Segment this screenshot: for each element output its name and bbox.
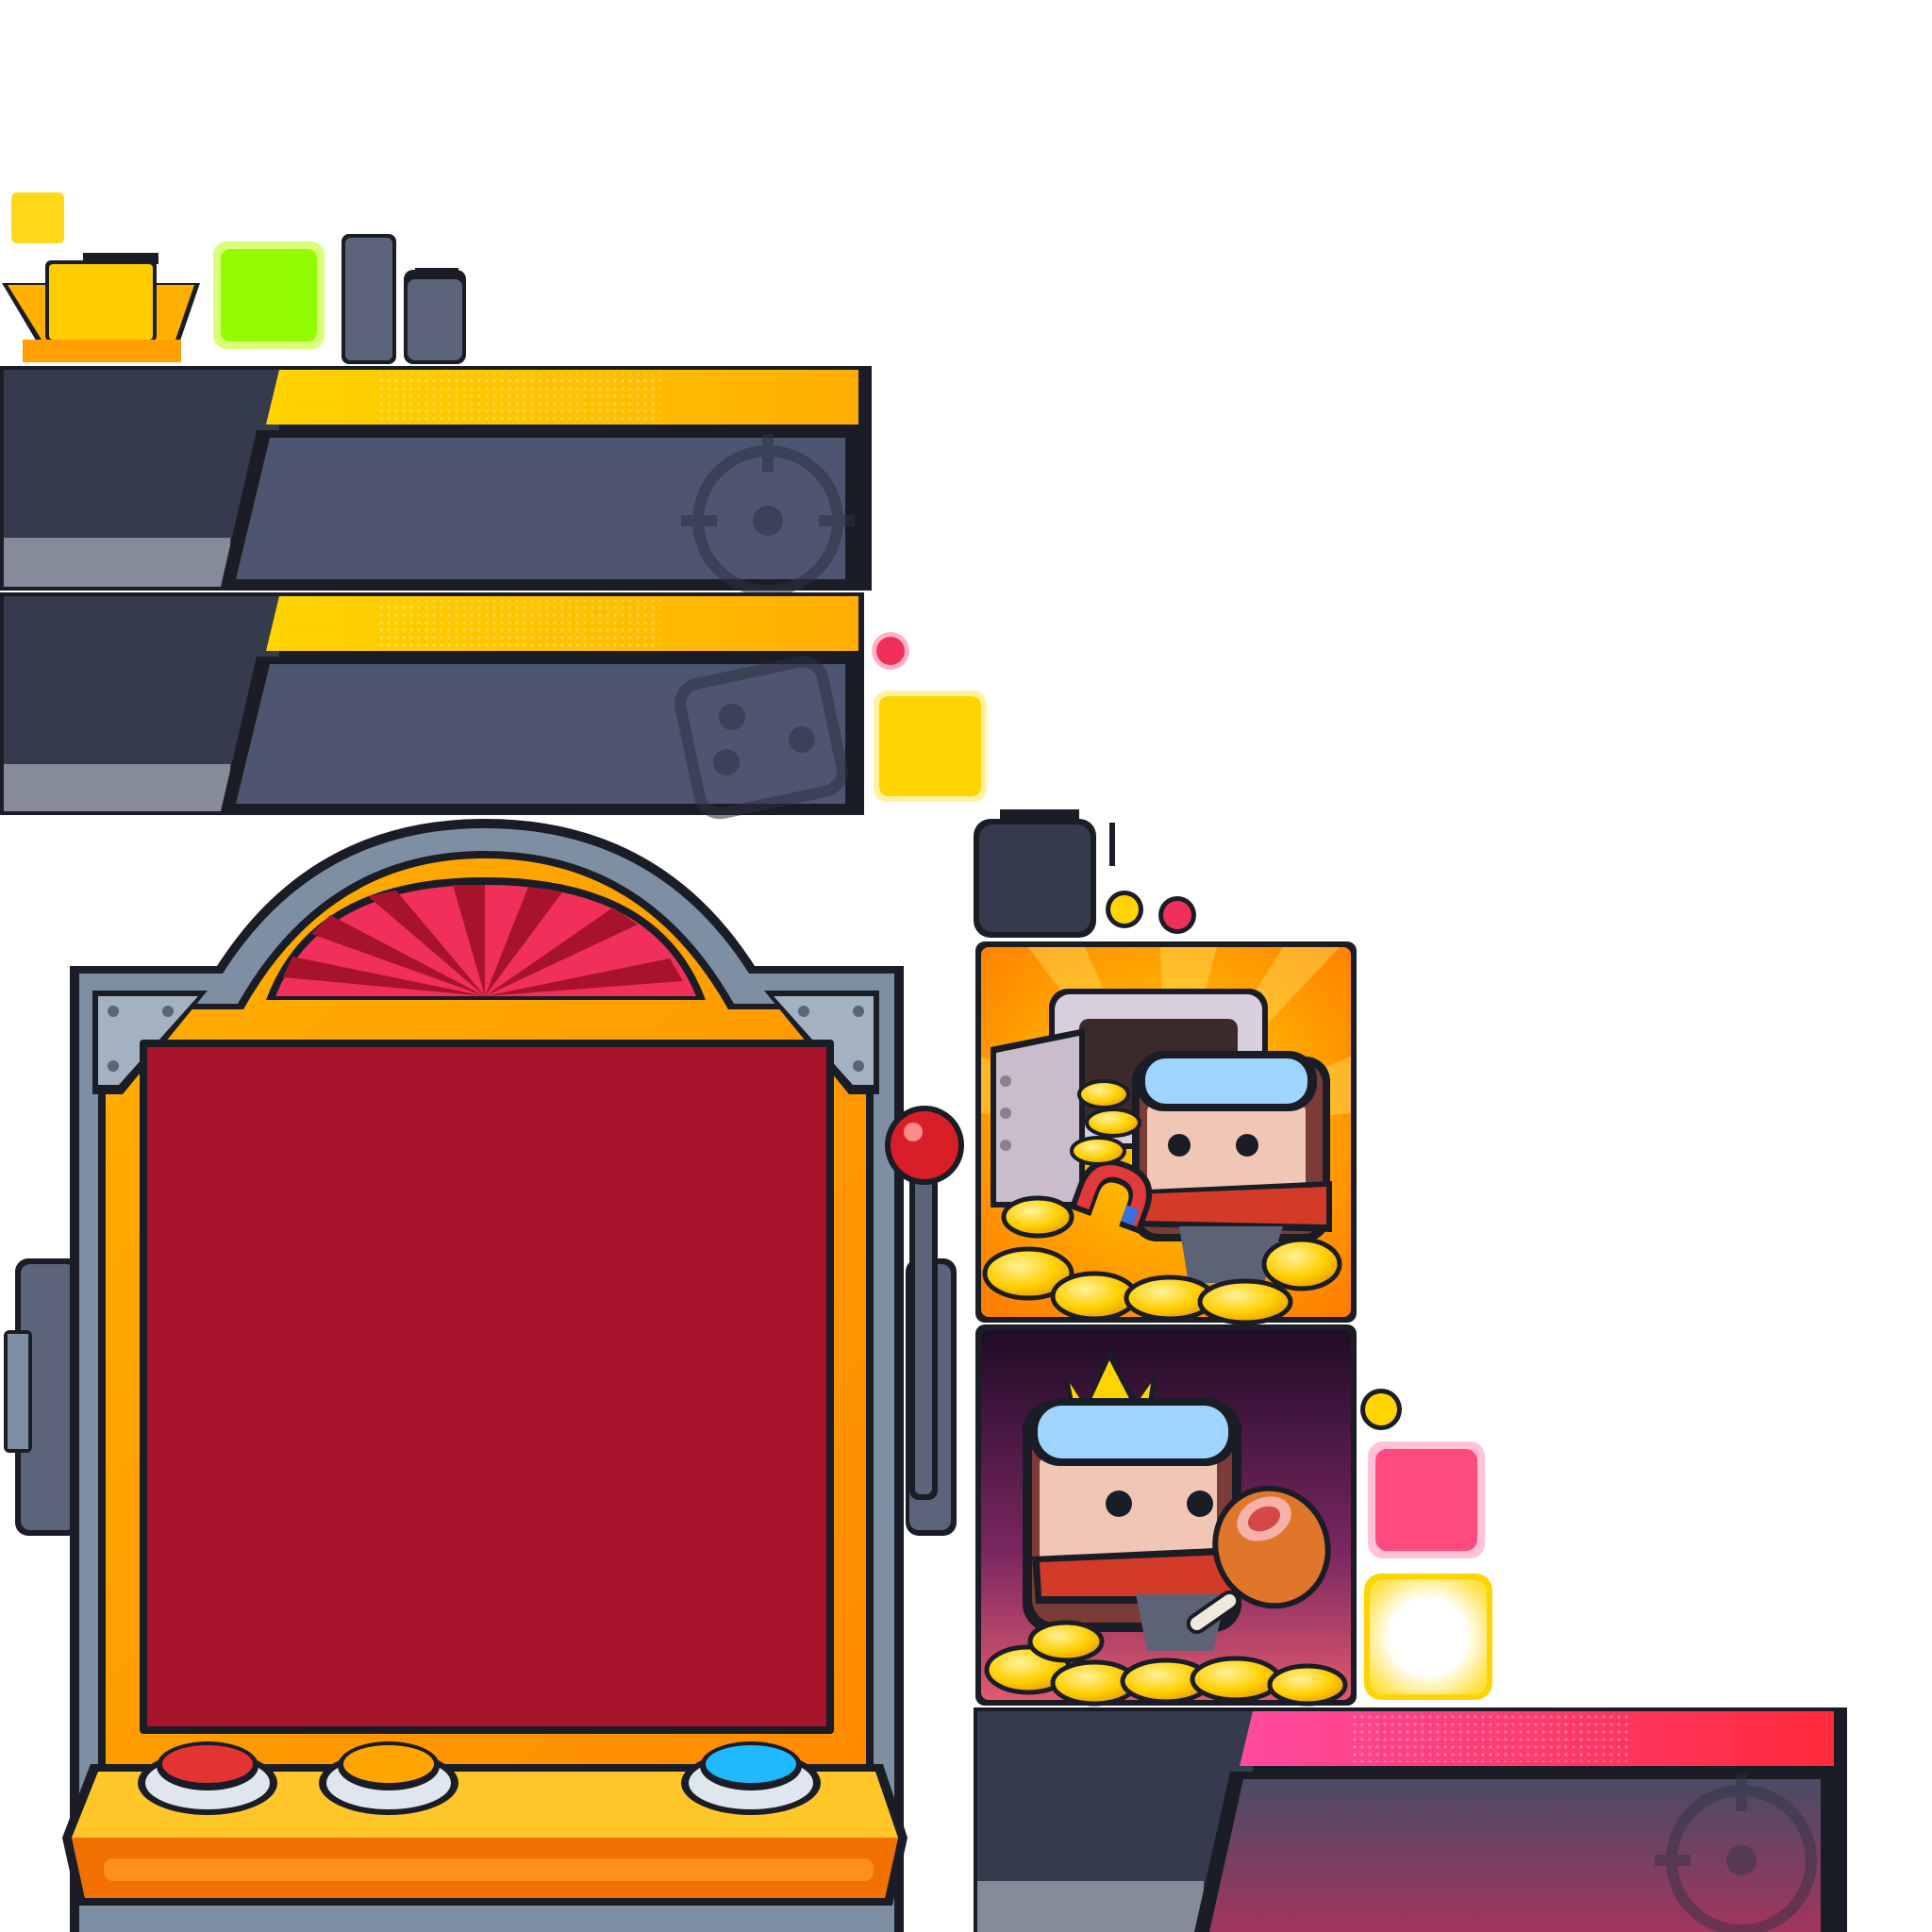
gold-dot [1106, 891, 1143, 928]
slider-tab-short [404, 268, 466, 364]
crown-icon [2, 253, 200, 362]
pink-banner-target [974, 1707, 1847, 1932]
slider-tab-tall [341, 234, 396, 364]
pink-dot-small [1158, 896, 1196, 934]
gold-banner-dice [0, 592, 864, 820]
gold-dot-2 [1360, 1389, 1402, 1430]
dark-tab [974, 809, 1115, 938]
gold-banner-target [0, 366, 872, 596]
yellow-square [874, 691, 987, 802]
sprite-sheet [0, 192, 1847, 1932]
pink-dot [872, 632, 909, 670]
pink-square [1368, 1441, 1485, 1558]
arcade-slot-machine [4, 819, 964, 1932]
white-glow-square [1364, 1574, 1492, 1700]
card-vault [975, 941, 1357, 1325]
small-yellow-square [11, 192, 64, 243]
slot-screen [147, 1047, 826, 1726]
card-king [975, 1324, 1357, 1707]
lime-square [213, 242, 325, 349]
